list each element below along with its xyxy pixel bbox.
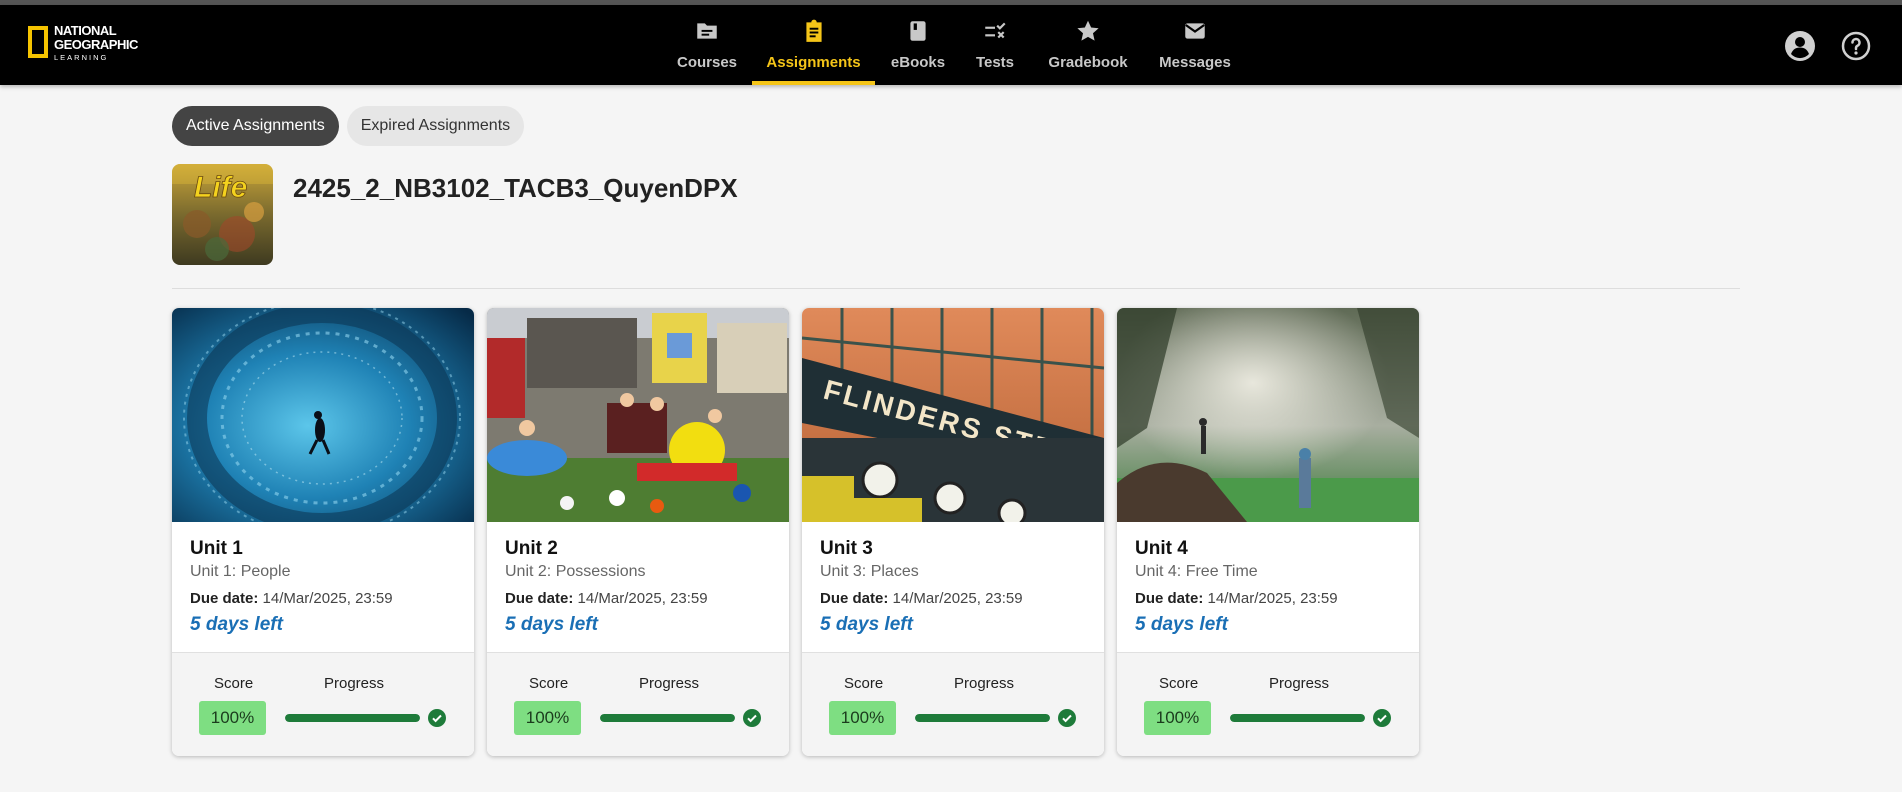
progress-fill [915,714,1050,722]
score-label: Score [529,675,569,692]
tab-active-assignments[interactable]: Active Assignments [172,106,339,146]
assignment-card[interactable]: Unit 1 Unit 1: People Due date: 14/Mar/2… [172,308,474,756]
score-label: Score [214,675,254,692]
due-date-label: Due date: [820,590,889,607]
progress-label: Progress [1269,675,1330,692]
progress-bar [285,714,420,722]
due-date-value: 14/Mar/2025, 23:59 [1207,590,1338,607]
days-left: 5 days left [1135,614,1228,635]
logo-line-2: GEOGRAPHIC [54,37,138,52]
days-left: 5 days left [820,614,913,635]
due-date: Due date: 14/Mar/2025, 23:59 [190,590,464,607]
star-icon [1077,20,1099,41]
progress-bar [915,714,1050,722]
check-circle-icon [1058,709,1076,727]
folder-icon [697,23,717,39]
assignment-card[interactable]: Unit 2 Unit 2: Possessions Due date: 14/… [487,308,789,756]
natgeo-logo[interactable]: NATIONAL GEOGRAPHIC LEARNING [28,24,138,66]
account-icon[interactable] [1784,30,1816,62]
progress-fill [1230,714,1365,722]
checklist-icon [985,22,1006,39]
nav-ebooks[interactable]: eBooks [878,5,958,85]
unit-subtitle: Unit 4: Free Time [1135,563,1258,580]
nav-gradebook-label: Gradebook [1048,54,1128,71]
score-label: Score [844,675,884,692]
progress-fill [600,714,735,722]
unit-1-image [172,308,474,522]
progress-label: Progress [324,675,385,692]
course-title: 2425_2_NB3102_TACB3_QuyenDPX [293,173,738,203]
score-label: Score [1159,675,1199,692]
progress-label: Progress [639,675,700,692]
card-footer: Score Progress 100% [487,652,789,756]
help-icon[interactable] [1840,30,1872,62]
assignment-card[interactable]: Unit 4 Unit 4: Free Time Due date: 14/Ma… [1117,308,1419,756]
nav-courses-label: Courses [676,54,738,71]
course-book-cover: Life [172,164,273,265]
due-date: Due date: 14/Mar/2025, 23:59 [820,590,1094,607]
progress-label: Progress [954,675,1015,692]
check-circle-icon [428,709,446,727]
assignment-tabs: Active Assignments Expired Assignments [172,106,525,146]
unit-title: Unit 4 [1135,538,1188,559]
due-date-label: Due date: [190,590,259,607]
envelope-icon [1185,23,1205,39]
logo-line-1: NATIONAL [54,23,117,38]
unit-subtitle: Unit 3: Places [820,563,919,580]
due-date-value: 14/Mar/2025, 23:59 [577,590,708,607]
unit-title: Unit 3 [820,538,873,559]
course-cover-title: Life [194,171,247,204]
nav-ebooks-label: eBooks [890,54,946,71]
unit-subtitle: Unit 2: Possessions [505,563,646,580]
assignment-card[interactable]: FLINDERS STREET Unit 3 Unit 3: Places Du… [802,308,1104,756]
card-footer: Score Progress 100% [1117,652,1419,756]
unit-4-image [1117,308,1419,522]
days-left: 5 days left [190,614,283,635]
progress-bar [600,714,735,722]
due-date-value: 14/Mar/2025, 23:59 [262,590,393,607]
nav-gradebook[interactable]: Gradebook [1043,5,1133,85]
unit-subtitle: Unit 1: People [190,563,291,580]
unit-title: Unit 1 [190,538,243,559]
nav-tests-label: Tests [975,54,1015,71]
book-icon [910,21,926,41]
score-badge: 100% [1144,701,1211,735]
progress-bar [1230,714,1365,722]
unit-2-image [487,308,789,522]
nav-courses[interactable]: Courses [667,5,747,85]
unit-title: Unit 2 [505,538,558,559]
due-date-label: Due date: [505,590,574,607]
due-date: Due date: 14/Mar/2025, 23:59 [1135,590,1409,607]
check-circle-icon [743,709,761,727]
active-nav-indicator [752,81,875,85]
logo-line-3: LEARNING [54,53,109,62]
score-badge: 100% [514,701,581,735]
card-footer: Score Progress 100% [802,652,1104,756]
section-divider [172,288,1740,289]
card-footer: Score Progress 100% [172,652,474,756]
clipboard-icon [805,19,822,42]
top-navbar: NATIONAL GEOGRAPHIC LEARNING Courses Ass… [0,5,1902,85]
check-circle-icon [1373,709,1391,727]
due-date-value: 14/Mar/2025, 23:59 [892,590,1023,607]
nav-messages-label: Messages [1159,54,1231,71]
progress-fill [285,714,420,722]
tab-expired-assignments[interactable]: Expired Assignments [346,106,525,146]
due-date: Due date: 14/Mar/2025, 23:59 [505,590,779,607]
nav-assignments-label: Assignments [766,54,861,71]
score-badge: 100% [829,701,896,735]
nav-tests[interactable]: Tests [965,5,1025,85]
nav-messages[interactable]: Messages [1152,5,1238,85]
unit-3-image: FLINDERS STREET [802,308,1104,522]
due-date-label: Due date: [1135,590,1204,607]
score-badge: 100% [199,701,266,735]
logo-yellow-frame-icon [28,26,48,58]
nav-assignments[interactable]: Assignments [752,5,875,85]
days-left: 5 days left [505,614,598,635]
